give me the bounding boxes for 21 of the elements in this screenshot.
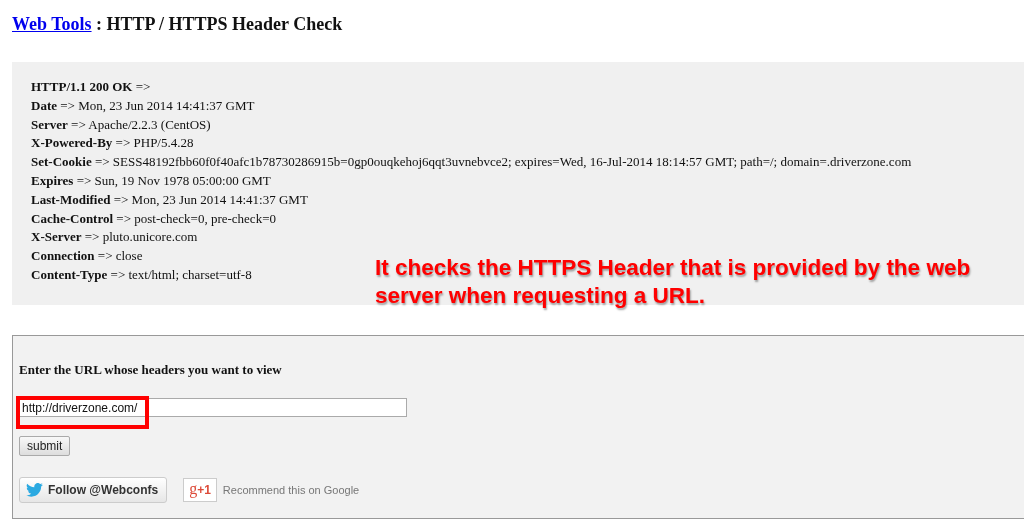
annotation-text: It checks the HTTPS Header that is provided by the web server when requesting a URL.	[375, 254, 972, 310]
header-line: Date => Mon, 23 Jun 2014 14:41:37 GMT	[31, 96, 255, 115]
bird-icon	[26, 483, 43, 497]
header-line: Content-Type => text/html; charset=utf-8	[31, 265, 252, 284]
twitter-follow-button[interactable]: Follow @Webconfs	[19, 477, 168, 503]
header-line: Expires => Sun, 19 Nov 1978 05:00:00 GMT	[31, 172, 271, 190]
google-plus-one-button[interactable]: g+1	[183, 478, 217, 502]
header-line: Server => Apache/2.2.3 (CentOS)	[31, 115, 211, 134]
url-label: Enter the URL whose headers you want to view	[19, 362, 282, 378]
recommend-text: Recommend this on Google	[222, 484, 360, 496]
header-line: Cache-Control => post-check=0, pre-check=0	[31, 209, 276, 228]
page-title: : HTTP / HTTPS Header Check	[95, 14, 343, 34]
header-line: Connection => close	[31, 247, 143, 266]
url-field[interactable]: http://driverzone.com/	[19, 398, 407, 417]
header-line: HTTP/1.1 200 OK =>	[31, 78, 151, 96]
header-line: X-Powered-By => PHP/5.4.28	[31, 134, 194, 153]
header-line: X-Server => pluto.unicore.com	[31, 228, 198, 247]
web-tools-link[interactable]: Web Tools	[12, 14, 92, 34]
header-line: Last-Modified => Mon, 23 Jun 2014 14:41:37 GMT	[31, 190, 308, 209]
header-line: Set-Cookie => SESS48192fbb60f0f40afc1b78730286915b=0gp0ouqkehoj6qqt3uvnebvce2; expires=Wed, 16-Jul-2014 18:14:57 GMT; path=/; domain=.driverzone.com	[31, 153, 912, 172]
submit-button[interactable]: submit	[19, 436, 71, 456]
